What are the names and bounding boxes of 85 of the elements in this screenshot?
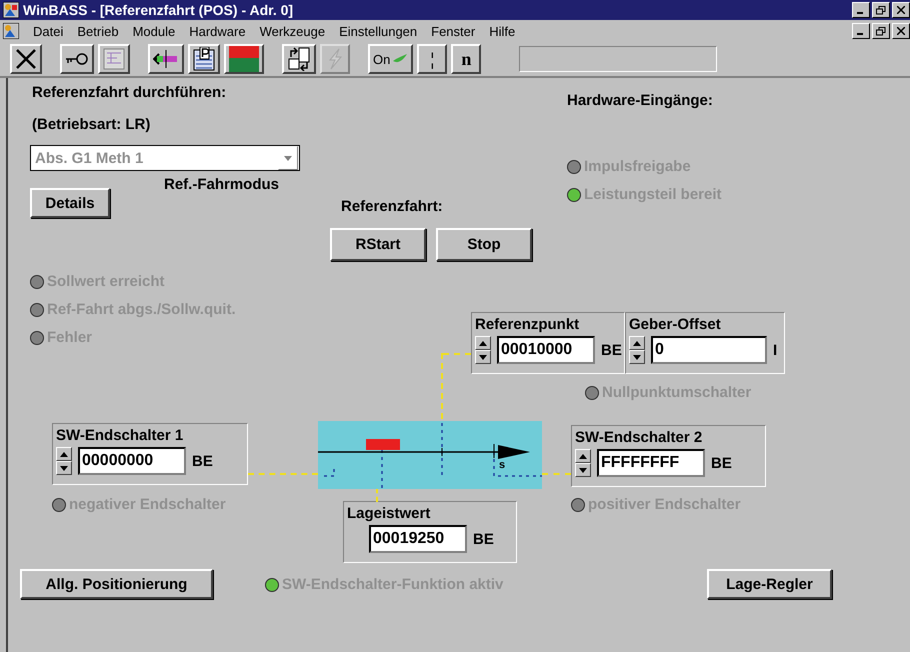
group-title: SW-Endschalter 2 xyxy=(575,429,704,446)
restore-icon xyxy=(876,26,886,36)
toolbar-button[interactable] xyxy=(188,44,220,74)
spin-up-button[interactable] xyxy=(475,336,491,350)
restore-button[interactable] xyxy=(872,23,890,39)
group-title: Referenzpunkt xyxy=(475,316,580,333)
spin-down-button[interactable] xyxy=(575,463,591,477)
menu-item[interactable]: Module xyxy=(132,24,176,38)
close-icon xyxy=(15,48,37,70)
menu-item[interactable]: Werkzeuge xyxy=(260,24,326,38)
section-heading: Hardware-Eingänge: xyxy=(567,92,713,109)
spin-up-button[interactable] xyxy=(629,336,645,350)
dropdown-arrow-button[interactable] xyxy=(278,146,298,170)
document-window-icon xyxy=(3,23,19,39)
spin-down-button[interactable] xyxy=(56,461,72,475)
menu-item[interactable]: Betrieb xyxy=(77,24,119,38)
menu-item[interactable]: Einstellungen xyxy=(339,24,418,38)
unit-label: BE xyxy=(473,530,494,548)
down-arrow-icon xyxy=(579,468,587,472)
key-icon xyxy=(65,52,89,66)
group-title: Geber-Offset xyxy=(629,316,722,333)
down-arrow-icon xyxy=(633,354,641,360)
toolbar-button[interactable] xyxy=(148,44,184,74)
close-button[interactable] xyxy=(892,2,910,18)
spin-down-button[interactable] xyxy=(475,350,491,364)
menu-item[interactable]: Hardware xyxy=(189,24,246,38)
restore-icon xyxy=(876,6,886,14)
section-label: Referenzfahrt: xyxy=(341,198,443,215)
diagram-icon xyxy=(103,48,125,70)
toolbar-button[interactable]: n xyxy=(451,44,482,74)
positioning-button[interactable]: Allg. Positionierung xyxy=(20,569,213,599)
value-field[interactable]: 00000000 xyxy=(78,447,186,475)
value-field[interactable]: 00019250 xyxy=(369,525,467,553)
section-heading: Referenzfahrt durchführen: xyxy=(32,84,226,101)
document-icon xyxy=(193,47,215,71)
leaf-icon xyxy=(392,53,408,65)
stop-button[interactable]: Stop xyxy=(436,228,532,261)
restore-button[interactable] xyxy=(872,2,890,18)
menu-item[interactable]: Hilfe xyxy=(489,24,516,38)
start-button[interactable]: RStart xyxy=(330,228,426,261)
color-block-icon xyxy=(229,46,259,72)
toolbar-button[interactable] xyxy=(224,44,264,74)
down-arrow-icon xyxy=(479,354,487,360)
app-icon xyxy=(3,2,19,18)
toolbar-button[interactable] xyxy=(60,44,94,74)
close-button[interactable] xyxy=(892,23,910,39)
details-button[interactable]: Details xyxy=(30,188,110,218)
close-icon xyxy=(897,27,905,35)
window-title: WinBASS - [Referenzfahrt (POS) - Adr. 0] xyxy=(23,2,294,18)
on-button[interactable]: On xyxy=(368,44,414,74)
axis-label: s xyxy=(499,459,506,471)
position-controller-button[interactable]: Lage-Regler xyxy=(707,569,832,599)
spin-down-button[interactable] xyxy=(629,350,645,364)
up-arrow-icon xyxy=(479,340,487,346)
spin-up-button[interactable] xyxy=(56,447,72,461)
value-field[interactable]: FFFFFFFF xyxy=(597,449,705,477)
toolbar-button[interactable] xyxy=(282,44,316,74)
minimize-button[interactable] xyxy=(852,23,870,39)
value-field[interactable]: 00010000 xyxy=(497,336,595,364)
mode-label: (Betriebsart: LR) xyxy=(32,116,150,133)
unit-label: I xyxy=(773,342,778,358)
up-arrow-icon xyxy=(633,340,641,346)
toolbar-button[interactable]: ¦ xyxy=(417,44,448,74)
group-title: Lageistwert xyxy=(347,505,432,522)
down-arrow-icon xyxy=(60,466,68,470)
position-marker xyxy=(366,439,400,450)
arrows-icon xyxy=(153,48,179,70)
caret-icon xyxy=(284,156,292,160)
spin-up-button[interactable] xyxy=(575,449,591,463)
group-title: SW-Endschalter 1 xyxy=(56,427,184,444)
toolbar-button[interactable] xyxy=(98,44,130,74)
dropdown-caption: Ref.-Fahrmodus xyxy=(164,176,280,193)
up-arrow-icon xyxy=(579,454,587,458)
unit-label: BE xyxy=(711,454,732,472)
toolbar-button[interactable] xyxy=(10,44,42,74)
dropdown-value: Abs. G1 Meth 1 xyxy=(35,150,144,166)
minimize-button[interactable] xyxy=(852,2,870,18)
menu-item[interactable]: Fenster xyxy=(431,24,476,38)
transfer-icon xyxy=(287,47,311,71)
close-icon xyxy=(897,6,905,14)
unit-label: BE xyxy=(601,342,622,358)
unit-label: BE xyxy=(192,452,213,470)
up-arrow-icon xyxy=(60,452,68,456)
menu-item[interactable]: Datei xyxy=(33,24,64,38)
value-field[interactable]: 0 xyxy=(651,336,767,364)
